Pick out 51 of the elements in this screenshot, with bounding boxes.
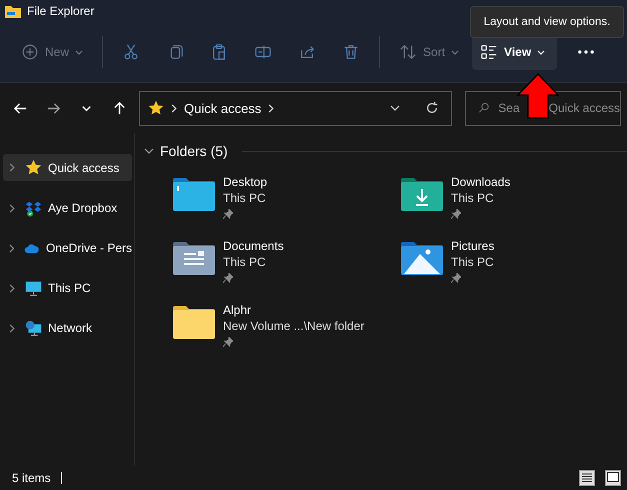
picture-folder-icon[interactable]	[400, 241, 444, 275]
chevron-down-icon	[75, 50, 84, 54]
chevron-down-icon	[537, 50, 546, 54]
network-icon	[25, 320, 42, 336]
tiles-view-button[interactable]	[605, 470, 621, 486]
monitor-icon	[25, 280, 42, 296]
scissors-icon	[122, 43, 140, 61]
chevron-down-icon	[451, 50, 460, 54]
sidebar-item[interactable]: OneDrive - Pers	[3, 228, 132, 268]
plus-circle-icon	[21, 43, 39, 61]
folder-location: This PC	[223, 190, 267, 206]
arrow-right-icon	[46, 100, 61, 116]
sort-icon	[399, 43, 418, 61]
star-icon	[148, 100, 164, 116]
sidebar-item[interactable]: This PC	[3, 268, 132, 308]
window-title: File Explorer	[27, 4, 94, 18]
folder-location: This PC	[223, 254, 267, 270]
section-title: Folders (5)	[160, 143, 228, 159]
folder-icon[interactable]	[172, 305, 216, 339]
folder-name[interactable]: Desktop	[223, 174, 268, 190]
folder-icon	[5, 4, 21, 18]
sidebar-item[interactable]: Quick access	[3, 154, 132, 181]
tooltip: Layout and view options.	[470, 6, 624, 38]
arrow-left-icon	[13, 100, 28, 116]
folder-name[interactable]: Pictures	[451, 238, 494, 254]
arrow-up-icon	[112, 100, 127, 116]
dropbox-icon	[25, 200, 42, 216]
folder-icon[interactable]	[172, 177, 216, 211]
folder-name[interactable]: Documents	[223, 238, 284, 254]
item-count: 5 items	[12, 470, 51, 484]
details-view-button[interactable]	[579, 470, 595, 486]
chevron-down-icon[interactable]	[390, 105, 400, 111]
sidebar-item[interactable]: Network	[3, 308, 132, 348]
sidebar-item[interactable]: Aye Dropbox	[3, 188, 132, 228]
folder-location: This PC	[451, 254, 494, 270]
trash-icon	[342, 43, 360, 61]
breadcrumb[interactable]: Quick access	[184, 100, 262, 116]
document-folder-icon[interactable]	[172, 241, 216, 275]
folder-name[interactable]: Alphr	[223, 302, 364, 318]
search-icon	[478, 101, 490, 115]
more-icon	[578, 50, 594, 54]
folder-name[interactable]: Downloads	[451, 174, 510, 190]
download-folder-icon[interactable]	[400, 177, 444, 211]
collapse-icon[interactable]	[144, 148, 154, 154]
star-icon	[25, 159, 42, 176]
folder-location: This PC	[451, 190, 495, 206]
list-icon	[480, 43, 498, 61]
rename-icon	[254, 43, 272, 61]
refresh-icon[interactable]	[425, 101, 439, 115]
search-field[interactable]: Sea Quick access	[465, 90, 621, 126]
folder-location: New Volume ...\New folder	[223, 318, 364, 334]
